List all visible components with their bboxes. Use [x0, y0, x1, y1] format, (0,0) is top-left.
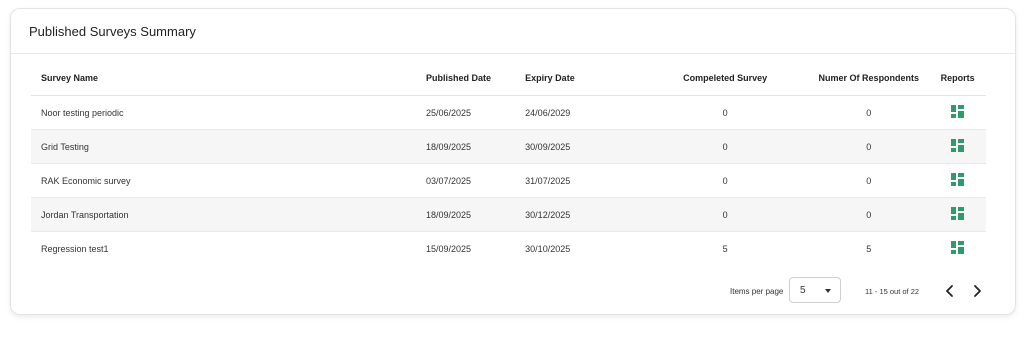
card-header: Published Surveys Summary	[11, 9, 1015, 54]
cell-survey-name: Jordan Transportation	[31, 197, 426, 232]
cell-reports	[929, 163, 986, 198]
cell-reports	[929, 129, 986, 164]
items-per-page-label: Items per page	[730, 287, 784, 296]
cell-reports	[929, 197, 986, 232]
cell-respondents: 0	[808, 197, 930, 232]
cell-completed-survey: 0	[642, 197, 809, 232]
cell-survey-name: Noor testing periodic	[31, 95, 426, 130]
dashboard-grid-icon[interactable]	[951, 139, 965, 154]
table-row: Noor testing periodic 25/06/2025 24/06/202…	[31, 95, 986, 130]
cell-completed-survey: 5	[722, 243, 728, 254]
chevron-right-icon[interactable]	[969, 283, 985, 299]
cell-published-date: 03/07/2025	[426, 163, 526, 198]
cell-published-date: 15/09/2025	[426, 243, 472, 254]
header-respondents: Numer Of Respondents	[808, 61, 930, 96]
cell-respondents: 5	[866, 243, 872, 254]
table-row: RAK Economic survey 03/07/2025 31/07/2025 0…	[31, 163, 986, 198]
cell-completed-survey: 0	[642, 95, 809, 130]
cell-respondents: 0	[808, 163, 930, 198]
items-per-page-select[interactable]: 5	[789, 277, 841, 303]
published-surveys-card: Published Surveys Summary Survey Name Pu…	[10, 8, 1016, 315]
dashboard-grid-icon[interactable]	[951, 173, 965, 188]
items-per-page-value: 5	[800, 285, 806, 296]
cell-expiry-date: 30/10/2025	[525, 243, 571, 254]
cell-completed-survey: 0	[642, 163, 809, 198]
dashboard-grid-icon[interactable]	[951, 207, 965, 222]
cell-expiry-date: 30/09/2025	[525, 129, 643, 164]
cell-expiry-date: 31/07/2025	[525, 163, 643, 198]
cell-expiry-date: 30/12/2025	[525, 197, 643, 232]
cell-survey-name: Regression test1	[41, 243, 109, 254]
page-range-text: 11 - 15 out of 22	[865, 287, 920, 296]
table-header-row: Survey Name Published Date Expiry Date C…	[31, 61, 986, 96]
caret-down-icon	[825, 289, 831, 293]
dashboard-grid-icon[interactable]	[951, 105, 965, 120]
header-reports: Reports	[929, 61, 986, 96]
pagination-bar: Items per page 5 11 - 15 out of 22	[11, 277, 1015, 305]
cell-reports	[929, 95, 986, 130]
dashboard-grid-icon[interactable]	[951, 241, 965, 256]
table-row: Regression test1 15/09/2025 30/10/2025 5 5	[31, 232, 986, 266]
header-expiry-date: Expiry Date	[525, 61, 643, 96]
header-survey-name: Survey Name	[31, 61, 426, 96]
cell-reports	[929, 232, 986, 266]
card-title: Published Surveys Summary	[29, 23, 196, 39]
table-row: Grid Testing 18/09/2025 30/09/2025 0 0	[31, 129, 986, 164]
header-completed-survey: Compeleted Survey	[642, 61, 809, 96]
cell-survey-name: Grid Testing	[31, 129, 426, 164]
cell-respondents: 0	[808, 95, 930, 130]
cell-completed-survey: 0	[642, 129, 809, 164]
cell-expiry-date: 24/06/2029	[525, 95, 643, 130]
chevron-left-icon[interactable]	[942, 283, 958, 299]
table-row: Jordan Transportation 18/09/2025 30/12/202…	[31, 197, 986, 232]
cell-published-date: 18/09/2025	[426, 129, 526, 164]
header-published-date: Published Date	[426, 61, 526, 96]
cell-survey-name: RAK Economic survey	[31, 163, 426, 198]
cell-published-date: 25/06/2025	[426, 95, 526, 130]
cell-published-date: 18/09/2025	[426, 197, 526, 232]
cell-respondents: 0	[808, 129, 930, 164]
surveys-table: Survey Name Published Date Expiry Date C…	[31, 61, 986, 265]
